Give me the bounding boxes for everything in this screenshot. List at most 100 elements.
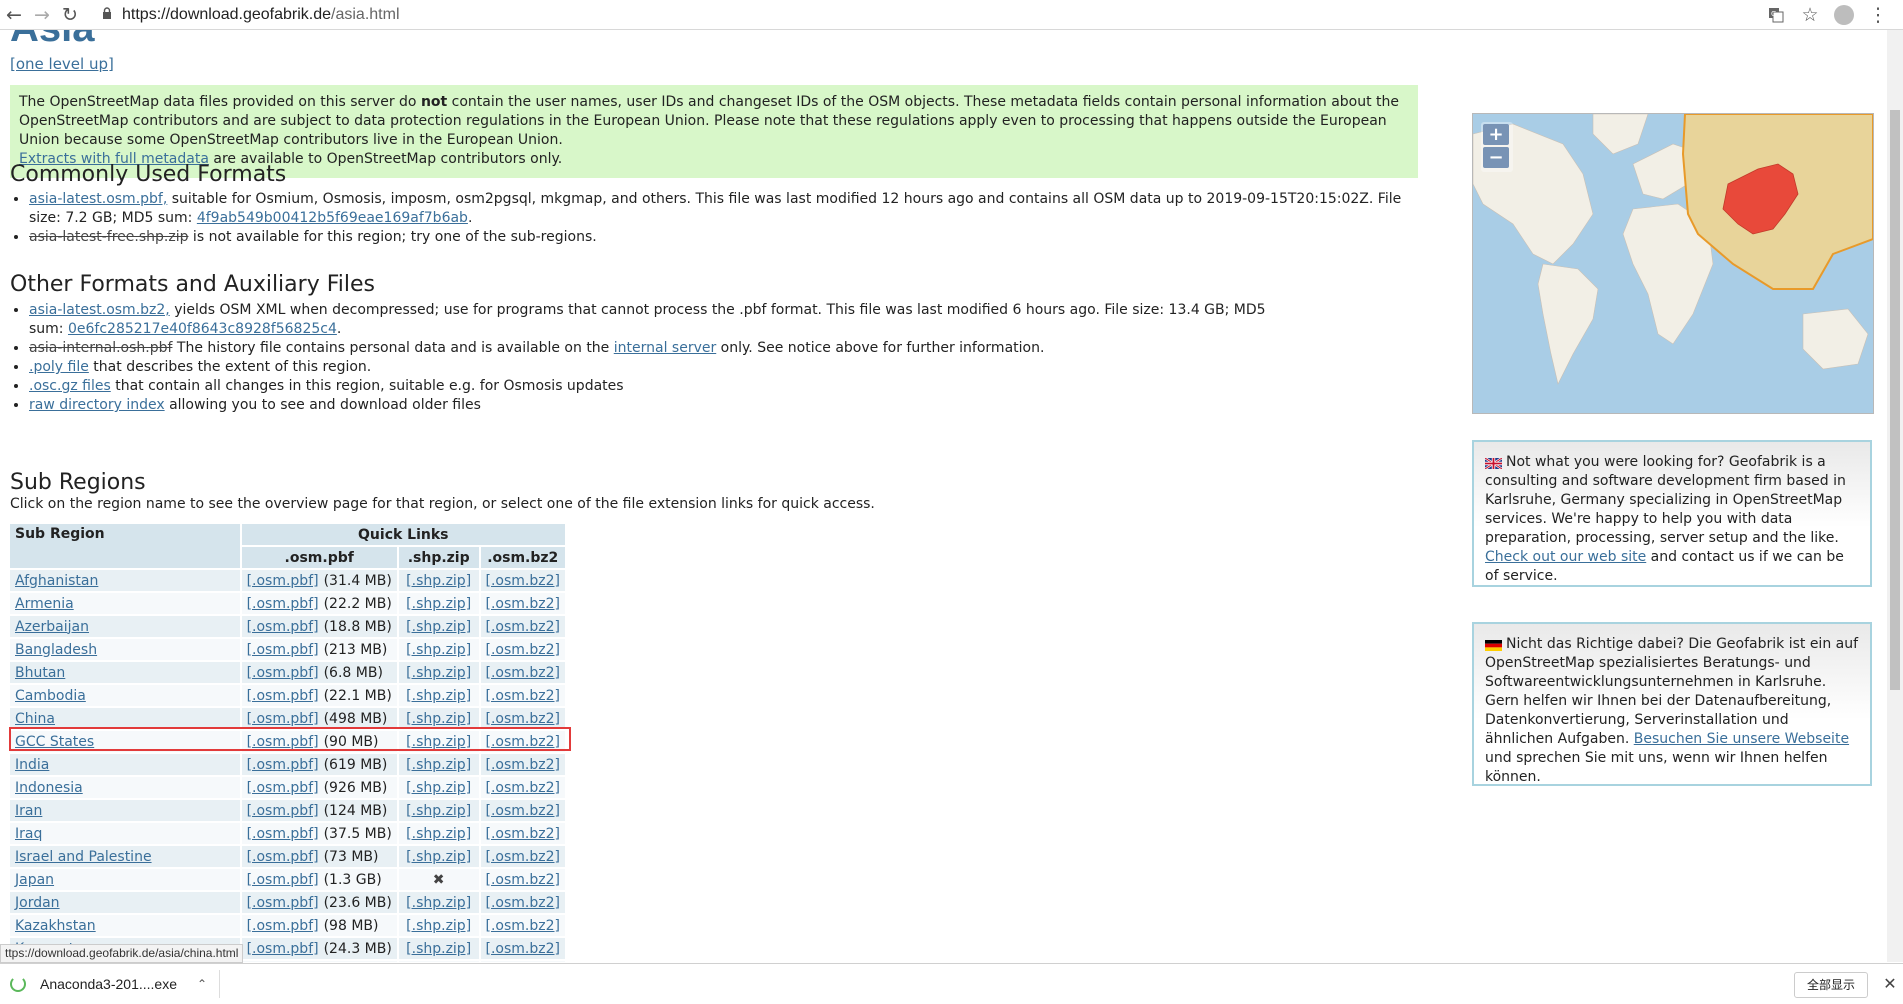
region-link[interactable]: Kazakhstan (15, 918, 96, 934)
shp-link[interactable]: [.shp.zip] (406, 596, 471, 612)
bz2-link[interactable]: [.osm.bz2] (486, 895, 560, 911)
show-all-button[interactable]: 全部显示 (1794, 972, 1869, 998)
region-link[interactable]: India (15, 757, 49, 773)
raw-description: allowing you to see and download older f… (164, 397, 481, 413)
reload-icon[interactable]: ↻ (56, 1, 84, 29)
bz2-link[interactable]: [.osm.bz2] (486, 941, 560, 957)
region-link[interactable]: Armenia (15, 596, 74, 612)
heading-common-formats: Commonly Used Formats (10, 162, 287, 187)
region-link[interactable]: Bhutan (15, 665, 65, 681)
shp-link[interactable]: [.shp.zip] (406, 734, 471, 750)
bz2-link[interactable]: [.osm.bz2] (486, 711, 560, 727)
bz2-link[interactable]: [.osm.bz2] (486, 803, 560, 819)
region-link[interactable]: China (15, 711, 55, 727)
back-icon[interactable]: ← (0, 1, 28, 29)
osc-files-link[interactable]: .osc.gz files (29, 378, 111, 394)
bz2-link[interactable]: [.osm.bz2] (486, 688, 560, 704)
chevron-up-icon[interactable]: ⌃ (197, 977, 207, 991)
zoom-in-button[interactable]: + (1483, 124, 1509, 145)
profile-icon[interactable] (1827, 1, 1861, 29)
download-item[interactable]: Anaconda3-201....exe ⌃ (10, 972, 207, 996)
bz2-md5-link[interactable]: 0e6fc285217e40f8643c8928f56825c4 (68, 321, 337, 337)
forward-icon[interactable]: → (28, 1, 56, 29)
geofabrik-website-link-en[interactable]: Check out our web site (1485, 549, 1646, 565)
pbf-link[interactable]: [.osm.pbf] (247, 619, 319, 635)
geofabrik-website-link-de[interactable]: Besuchen Sie unsere Webseite (1634, 731, 1849, 747)
region-map[interactable]: + − (1472, 113, 1874, 414)
pbf-link[interactable]: [.osm.pbf] (247, 573, 319, 589)
pbf-md5-link[interactable]: 4f9ab549b00412b5f69eae169af7b6ab (197, 210, 468, 226)
vertical-scrollbar[interactable] (1887, 30, 1903, 962)
bz2-link[interactable]: [.osm.bz2] (486, 573, 560, 589)
raw-directory-link[interactable]: raw directory index (29, 397, 165, 413)
pbf-link[interactable]: [.osm.pbf] (247, 895, 319, 911)
region-link[interactable]: Iran (15, 803, 42, 819)
pbf-link[interactable]: [.osm.pbf] (247, 872, 319, 888)
region-link[interactable]: Bangladesh (15, 642, 97, 658)
bz2-link[interactable]: [.osm.bz2] (486, 665, 560, 681)
bz2-link[interactable]: [.osm.bz2] (486, 757, 560, 773)
menu-icon[interactable]: ⋮ (1861, 1, 1895, 29)
one-level-up-link[interactable]: [one level up] (10, 55, 114, 73)
star-icon[interactable]: ☆ (1793, 1, 1827, 29)
region-link[interactable]: Iraq (15, 826, 42, 842)
pbf-link[interactable]: [.osm.pbf] (247, 757, 319, 773)
pbf-link[interactable]: [.osm.pbf] (247, 642, 319, 658)
translate-icon[interactable]: G (1759, 1, 1793, 29)
shp-link[interactable]: [.shp.zip] (406, 941, 471, 957)
region-link[interactable]: Indonesia (15, 780, 83, 796)
bz2-link[interactable]: [.osm.bz2] (486, 780, 560, 796)
shp-link[interactable]: [.shp.zip] (406, 711, 471, 727)
bz2-link[interactable]: [.osm.bz2] (486, 826, 560, 842)
shp-link[interactable]: [.shp.zip] (406, 619, 471, 635)
region-link[interactable]: Azerbaijan (15, 619, 89, 635)
pbf-link[interactable]: [.osm.pbf] (247, 780, 319, 796)
shp-link[interactable]: [.shp.zip] (406, 895, 471, 911)
pbf-cell: [.osm.pbf] (31.4 MB) (241, 570, 399, 593)
bz2-link[interactable]: [.osm.bz2] (486, 734, 560, 750)
bz2-cell: [.osm.bz2] (480, 662, 567, 685)
region-link[interactable]: Israel and Palestine (15, 849, 152, 865)
pbf-link[interactable]: [.osm.pbf] (247, 803, 319, 819)
pbf-download-link[interactable]: asia-latest.osm.pbf, (29, 191, 167, 207)
poly-file-link[interactable]: .poly file (29, 359, 89, 375)
shp-link[interactable]: [.shp.zip] (406, 573, 471, 589)
shp-link[interactable]: [.shp.zip] (406, 688, 471, 704)
zoom-out-button[interactable]: − (1483, 147, 1509, 168)
pbf-link[interactable]: [.osm.pbf] (247, 941, 319, 957)
shp-link[interactable]: [.shp.zip] (406, 918, 471, 934)
internal-server-link[interactable]: internal server (614, 340, 716, 356)
shp-link[interactable]: [.shp.zip] (406, 826, 471, 842)
pbf-link[interactable]: [.osm.pbf] (247, 918, 319, 934)
shp-link[interactable]: [.shp.zip] (406, 642, 471, 658)
shp-link[interactable]: [.shp.zip] (406, 780, 471, 796)
bz2-download-link[interactable]: asia-latest.osm.bz2, (29, 302, 170, 318)
pbf-cell: [.osm.pbf](29.6 MB) (241, 961, 399, 962)
shp-link[interactable]: [.shp.zip] (406, 803, 471, 819)
bz2-link[interactable]: [.osm.bz2] (486, 619, 560, 635)
shp-link[interactable]: [.shp.zip] (406, 849, 471, 865)
bz2-link[interactable]: [.osm.bz2] (486, 872, 560, 888)
pbf-link[interactable]: [.osm.pbf] (247, 596, 319, 612)
region-link[interactable]: Japan (15, 872, 54, 888)
close-icon[interactable]: ✕ (1881, 972, 1899, 996)
pbf-link[interactable]: [.osm.pbf] (247, 734, 319, 750)
pbf-link[interactable]: [.osm.pbf] (247, 665, 319, 681)
region-link[interactable]: Cambodia (15, 688, 86, 704)
avatar (1834, 4, 1854, 25)
shp-link[interactable]: [.shp.zip] (406, 665, 471, 681)
region-link[interactable]: Jordan (15, 895, 60, 911)
bz2-link[interactable]: [.osm.bz2] (486, 849, 560, 865)
pbf-link[interactable]: [.osm.pbf] (247, 711, 319, 727)
bz2-link[interactable]: [.osm.bz2] (486, 918, 560, 934)
pbf-link[interactable]: [.osm.pbf] (247, 826, 319, 842)
bz2-link[interactable]: [.osm.bz2] (486, 642, 560, 658)
address-bar[interactable]: https://download.geofabrik.de/asia.html (98, 1, 1759, 29)
region-link[interactable]: Afghanistan (15, 573, 98, 589)
pbf-link[interactable]: [.osm.pbf] (247, 849, 319, 865)
shp-link[interactable]: [.shp.zip] (406, 757, 471, 773)
scrollbar-thumb[interactable] (1890, 110, 1900, 690)
pbf-link[interactable]: [.osm.pbf] (247, 688, 319, 704)
region-link[interactable]: GCC States (15, 734, 94, 750)
bz2-link[interactable]: [.osm.bz2] (486, 596, 560, 612)
